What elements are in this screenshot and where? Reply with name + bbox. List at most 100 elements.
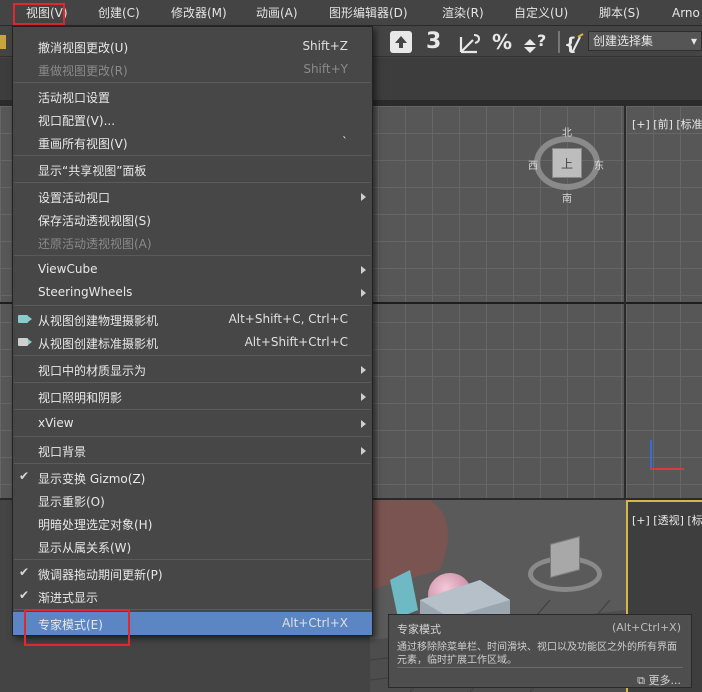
menu-item-shortcut: Alt+Ctrl+X xyxy=(282,616,348,630)
tooltip-more-label: 更多... xyxy=(648,674,682,687)
view-dropdown-menu: 撤消视图更改(U) Shift+Z 重做视图更改(R) Shift+Y 活动视口… xyxy=(12,26,373,636)
axis-x-icon xyxy=(650,468,684,470)
menu-item-label: 还原活动透视视图(A) xyxy=(38,237,152,251)
menu-item-viewport-configuration[interactable]: 视口配置(V)... xyxy=(13,108,372,131)
snaps-3d-icon[interactable]: 3 xyxy=(426,30,441,54)
menu-item-material-display[interactable]: 视口中的材质显示为 xyxy=(13,358,372,381)
menu-item-label: 活动视口设置 xyxy=(38,91,111,105)
tooltip-shortcut: (Alt+Ctrl+X) xyxy=(611,621,681,634)
menu-modifiers[interactable]: 修改器(M) xyxy=(171,0,227,26)
tooltip-title: 专家模式 xyxy=(397,623,441,636)
submenu-arrow-icon xyxy=(361,420,366,428)
edit-named-selection-icon[interactable]: { xyxy=(564,31,586,55)
menu-item-label: 显示变换 Gizmo(Z) xyxy=(38,472,146,486)
perspective-viewcube[interactable] xyxy=(528,535,602,596)
menu-item-label: 渐进式显示 xyxy=(38,591,99,605)
perspective-viewport-label[interactable]: [+] [透视] [标 xyxy=(632,512,702,528)
menu-animation[interactable]: 动画(A) xyxy=(256,0,298,26)
toolbar-divider xyxy=(558,31,560,53)
compass-south: 南 xyxy=(562,194,572,205)
menu-item-create-physical-camera[interactable]: 从视图创建物理摄影机 Alt+Shift+C, Ctrl+C xyxy=(13,308,372,331)
menu-item-shade-selected[interactable]: 明暗处理选定对象(H) xyxy=(13,512,372,535)
menu-item-xview[interactable]: xView xyxy=(13,412,372,435)
submenu-arrow-icon xyxy=(361,366,366,374)
standard-camera-icon xyxy=(18,338,28,346)
viewcube[interactable]: 上 北 南 西 东 xyxy=(528,126,604,205)
menu-item-label: 明暗处理选定对象(H) xyxy=(38,518,153,532)
menu-item-steeringwheels[interactable]: SteeringWheels xyxy=(13,281,372,304)
submenu-arrow-icon xyxy=(361,193,366,201)
menu-item-show-transform-gizmo[interactable]: ✔ 显示变换 Gizmo(Z) xyxy=(13,466,372,489)
menu-arnold[interactable]: Arno xyxy=(672,0,700,26)
menu-item-restore-active-perspective[interactable]: 还原活动透视视图(A) xyxy=(13,231,372,254)
menu-graph-editors[interactable]: 图形编辑器(D) xyxy=(329,0,408,26)
menu-item-shortcut: Shift+Y xyxy=(303,62,348,76)
submenu-arrow-icon xyxy=(361,289,366,297)
menu-separator xyxy=(14,436,371,437)
menu-item-label: 显示“共享视图”面板 xyxy=(38,164,147,178)
highlight-box-view-menu xyxy=(13,3,65,25)
menu-item-shortcut: Alt+Shift+Ctrl+C xyxy=(244,335,348,349)
svg-text:{: { xyxy=(564,34,577,55)
selection-set-dropdown[interactable]: 创建选择集 ▾ xyxy=(588,31,702,51)
compass-east: 东 xyxy=(594,161,604,172)
submenu-arrow-icon xyxy=(361,266,366,274)
menu-item-label: xView xyxy=(38,416,74,430)
menu-create[interactable]: 创建(C) xyxy=(98,0,140,26)
menu-item-show-dependencies[interactable]: 显示从属关系(W) xyxy=(13,535,372,558)
chevron-down-icon: ▾ xyxy=(690,34,697,48)
tooltip-divider xyxy=(397,667,683,668)
menu-item-undo-view[interactable]: 撤消视图更改(U) Shift+Z xyxy=(13,35,372,58)
menu-separator xyxy=(14,355,371,356)
menu-item-shortcut: ` xyxy=(342,135,348,149)
front-viewport[interactable]: [+] [前] [标准 xyxy=(626,106,702,498)
menu-item-redo-view[interactable]: 重做视图更改(R) Shift+Y xyxy=(13,58,372,81)
tooltip-more-link[interactable]: ⧉ 更多... xyxy=(637,672,681,688)
menu-separator xyxy=(14,463,371,464)
menu-item-create-standard-camera[interactable]: 从视图创建标准摄影机 Alt+Shift+Ctrl+C xyxy=(13,331,372,354)
menu-item-viewport-background[interactable]: 视口背景 xyxy=(13,439,372,462)
menu-item-label: 显示从属关系(W) xyxy=(38,541,132,555)
select-tool-icon[interactable] xyxy=(0,35,6,49)
menu-item-viewcube[interactable]: ViewCube xyxy=(13,258,372,281)
viewcube-face-top[interactable]: 上 xyxy=(552,148,582,178)
expert-mode-tooltip: 专家模式 (Alt+Ctrl+X) 通过移除除菜单栏、时间滑块、视口以及功能区之… xyxy=(388,614,692,688)
percent-snap-icon[interactable]: % xyxy=(492,30,512,54)
menu-scripting[interactable]: 脚本(S) xyxy=(599,0,640,26)
menu-item-redraw-all-views[interactable]: 重画所有视图(V) ` xyxy=(13,131,372,154)
menu-item-label: 视口照明和阴影 xyxy=(38,391,123,405)
menu-item-shortcut: Alt+Shift+C, Ctrl+C xyxy=(228,312,348,326)
snap-toggle-icon[interactable] xyxy=(390,31,412,53)
menu-item-label: 视口中的材质显示为 xyxy=(38,364,147,378)
angle-snap-icon[interactable] xyxy=(458,31,484,55)
menu-item-label: 撤消视图更改(U) xyxy=(38,41,129,55)
menu-item-shared-views-panel[interactable]: 显示“共享视图”面板 xyxy=(13,158,372,181)
menu-separator xyxy=(14,409,371,410)
menu-customize[interactable]: 自定义(U) xyxy=(514,0,568,26)
menu-separator xyxy=(14,305,371,306)
menu-item-show-ghosting[interactable]: 显示重影(O) xyxy=(13,489,372,512)
spinner-snap-icon[interactable]: ? xyxy=(522,31,548,55)
submenu-arrow-icon xyxy=(361,393,366,401)
menu-item-set-active-viewport[interactable]: 设置活动视口 xyxy=(13,185,372,208)
menu-separator xyxy=(14,82,371,83)
menu-item-active-viewport-settings[interactable]: 活动视口设置 xyxy=(13,85,372,108)
menu-separator xyxy=(14,155,371,156)
menu-rendering[interactable]: 渲染(R) xyxy=(442,0,484,26)
menu-item-update-during-spinner-drag[interactable]: ✔ 微调器拖动期间更新(P) xyxy=(13,562,372,585)
menu-item-lighting-shadows[interactable]: 视口照明和阴影 xyxy=(13,385,372,408)
menu-item-save-active-perspective[interactable]: 保存活动透视视图(S) xyxy=(13,208,372,231)
physical-camera-icon xyxy=(18,315,28,323)
menu-item-label: 从视图创建标准摄影机 xyxy=(38,337,159,351)
menu-separator xyxy=(14,559,371,560)
menu-item-label: 设置活动视口 xyxy=(38,191,111,205)
axis-z-icon xyxy=(650,440,652,470)
compass-west: 西 xyxy=(528,161,538,172)
menu-item-label: ViewCube xyxy=(38,262,98,276)
menu-item-label: 视口背景 xyxy=(38,445,87,459)
front-viewport-label[interactable]: [+] [前] [标准 xyxy=(632,116,702,132)
selection-set-value: 创建选择集 xyxy=(593,34,654,48)
menu-separator xyxy=(14,382,371,383)
submenu-arrow-icon xyxy=(361,447,366,455)
menu-item-progressive-display[interactable]: ✔ 渐进式显示 xyxy=(13,585,372,608)
